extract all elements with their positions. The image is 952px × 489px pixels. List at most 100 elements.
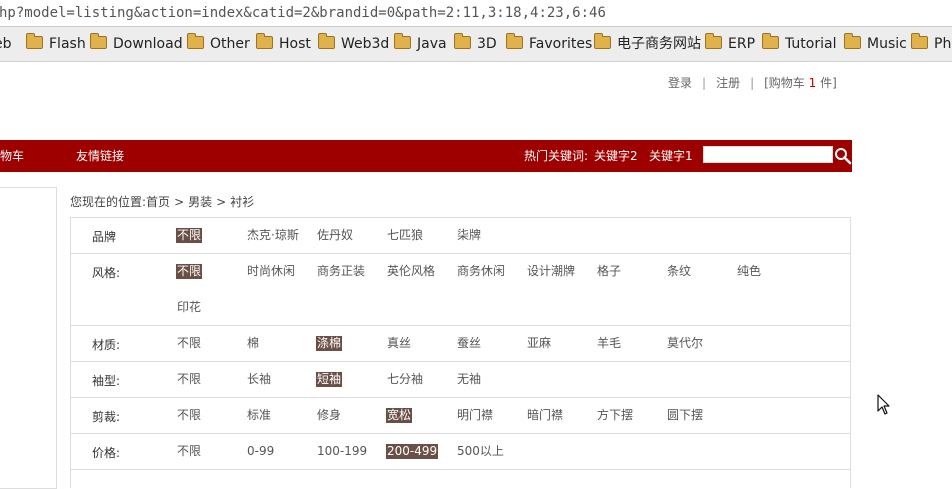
folder-icon	[318, 33, 335, 49]
filter-option[interactable]: 圆下摆	[667, 408, 703, 423]
bookmark-item[interactable]: Music	[844, 27, 907, 61]
search-input[interactable]	[703, 146, 833, 163]
filter-option[interactable]: 方下摆	[597, 408, 633, 423]
filter-option[interactable]: 七匹狼	[387, 228, 423, 243]
url-text: hp?model=listing&action=index&catid=2&br…	[0, 5, 606, 21]
filter-option[interactable]: 修身	[317, 408, 341, 423]
bookmark-item[interactable]: ERP	[705, 27, 755, 61]
filter-option[interactable]: 条纹	[667, 264, 691, 279]
filter-option[interactable]: 200-499	[386, 444, 439, 459]
register-link[interactable]: 注册	[716, 76, 740, 90]
bookmark-item[interactable]: 电子商务网站	[594, 27, 701, 61]
filter-label: 品牌	[92, 230, 117, 244]
bookmark-item[interactable]: Other	[187, 27, 250, 61]
filter-option[interactable]: 商务正装	[317, 264, 365, 279]
folder-icon	[506, 33, 523, 49]
bookmark-label: eb	[0, 36, 12, 52]
filter-option[interactable]: 格子	[597, 264, 621, 279]
hot-keyword-1[interactable]: 关键字2	[594, 140, 638, 172]
filter-option[interactable]: 短袖	[316, 372, 343, 387]
breadcrumb-home[interactable]: 首页	[146, 195, 170, 209]
filter-option[interactable]: 棉	[247, 336, 259, 351]
bookmark-label: Other	[210, 36, 250, 52]
filter-option[interactable]: 无袖	[457, 372, 481, 387]
filter-option[interactable]: 柒牌	[457, 228, 481, 243]
separator: |	[702, 76, 707, 90]
filter-option[interactable]: 不限	[177, 336, 201, 351]
filter-option[interactable]: 标准	[247, 408, 271, 423]
cart-count: 1	[808, 76, 817, 90]
filter-row: 袖型: 不限 长袖 短袖 七分袖 无袖	[71, 362, 850, 398]
filter-option[interactable]: 0-99	[247, 444, 274, 459]
bookmark-label: Music	[867, 36, 907, 52]
folder-icon	[90, 33, 107, 49]
filter-option[interactable]: 商务休闲	[457, 264, 505, 279]
filter-option[interactable]: 宽松	[386, 408, 413, 423]
folder-icon	[911, 33, 928, 49]
filter-label: 材质:	[92, 338, 121, 352]
filter-option[interactable]: 暗门襟	[527, 408, 563, 423]
breadcrumb: 您现在的位置:首页 > 男装 > 衬衫	[70, 193, 254, 210]
top-links: 登录 | 注册 | [购物车 1 件]	[668, 74, 837, 91]
filter-label: 剪裁:	[92, 410, 121, 424]
bookmark-item[interactable]: Host	[256, 27, 311, 61]
filter-option[interactable]: 英伦风格	[387, 264, 435, 279]
folder-icon	[844, 33, 861, 49]
filter-option[interactable]: 时尚休闲	[247, 264, 295, 279]
filter-option[interactable]: 亚麻	[527, 336, 551, 351]
filter-option[interactable]: 涤棉	[316, 336, 343, 351]
bookmark-label: ERP	[728, 36, 756, 52]
filter-option[interactable]: 不限	[176, 264, 203, 279]
filter-option[interactable]: 长袖	[247, 372, 271, 387]
filter-option[interactable]: 真丝	[387, 336, 411, 351]
filter-option[interactable]: 不限	[177, 444, 201, 459]
bookmark-item[interactable]: Web3d	[318, 27, 389, 61]
filter-panel: 品牌 不限 杰克·琼斯 佐丹奴 七匹狼 柒牌 风格: 不限 时尚休闲 商务正装 英伦风格 商务休闲 设计…	[70, 217, 851, 488]
folder-icon	[187, 33, 204, 49]
address-bar[interactable]: hp?model=listing&action=index&catid=2&br…	[0, 0, 952, 27]
filter-option[interactable]: 100-199	[317, 444, 367, 459]
cart-label: [购物车	[764, 76, 805, 90]
bookmark-item[interactable]: 3D	[454, 27, 497, 61]
bookmark-item[interactable]: Download	[90, 27, 183, 61]
hot-keyword-2[interactable]: 关键字1	[649, 140, 693, 172]
bookmark-label: 3D	[477, 36, 497, 52]
filter-option[interactable]: 羊毛	[597, 336, 621, 351]
filter-option[interactable]: 佐丹奴	[317, 228, 353, 243]
breadcrumb-shirts[interactable]: 衬衫	[230, 195, 254, 209]
bookmark-item[interactable]: Php	[911, 27, 952, 61]
bookmark-item[interactable]: Tutorial	[762, 27, 836, 61]
nav-item-friend-links[interactable]: 友情链接	[76, 140, 124, 172]
bookmark-item[interactable]: Flash	[26, 27, 86, 61]
filter-row: 风格: 不限 时尚休闲 商务正装 英伦风格 商务休闲 设计潮牌 格子 条纹 纯色印花	[71, 254, 850, 326]
filter-option[interactable]: 七分袖	[387, 372, 423, 387]
bookmark-item[interactable]: Java	[394, 27, 447, 61]
filter-option[interactable]: 不限	[177, 372, 201, 387]
nav-item-cart[interactable]: 物车	[0, 140, 24, 172]
filter-option[interactable]: 印花	[177, 300, 201, 315]
cart-link[interactable]: [购物车 1 件]	[764, 76, 837, 90]
filter-option[interactable]: 纯色	[737, 264, 761, 279]
filter-option[interactable]: 500以上	[457, 444, 504, 459]
filter-option[interactable]: 明门襟	[457, 408, 493, 423]
bookmark-label: Host	[279, 36, 311, 52]
filter-option[interactable]: 不限	[177, 408, 201, 423]
bookmark-item[interactable]: Favorites	[506, 27, 592, 61]
filter-row: 品牌 不限 杰克·琼斯 佐丹奴 七匹狼 柒牌	[71, 218, 850, 254]
breadcrumb-prefix: 您现在的位置:	[70, 195, 147, 209]
bookmark-label: Php	[934, 36, 952, 52]
cart-suffix: 件]	[820, 76, 837, 90]
login-link[interactable]: 登录	[668, 76, 692, 90]
filter-option[interactable]: 设计潮牌	[527, 264, 575, 279]
filter-option[interactable]: 蚕丝	[457, 336, 481, 351]
filter-row: 剪裁: 不限 标准 修身 宽松 明门襟 暗门襟 方下摆 圆下摆	[71, 398, 850, 434]
folder-icon	[26, 33, 43, 49]
bookmark-item[interactable]: eb	[0, 27, 12, 61]
filter-option[interactable]: 杰克·琼斯	[247, 228, 299, 243]
breadcrumb-men[interactable]: 男装	[188, 195, 212, 209]
filter-option[interactable]: 不限	[176, 228, 203, 243]
bookmark-label: 电子商务网站	[617, 36, 701, 52]
filter-option[interactable]: 莫代尔	[667, 336, 703, 351]
filter-label: 风格:	[92, 266, 121, 280]
search-icon[interactable]	[834, 147, 852, 165]
